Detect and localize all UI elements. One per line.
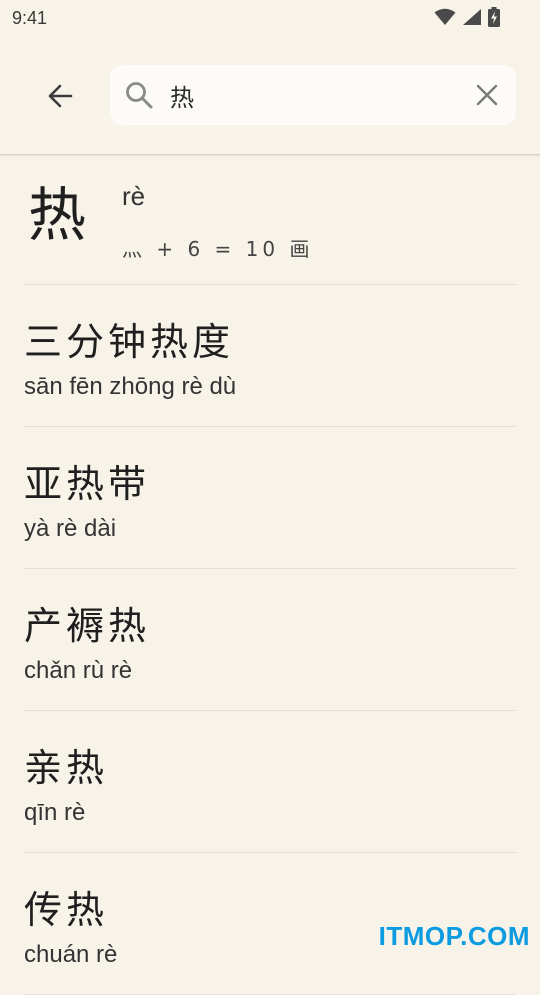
search-input[interactable] bbox=[170, 75, 460, 115]
character-pinyin: rè bbox=[122, 181, 146, 211]
word-pinyin: chuán rè bbox=[24, 941, 118, 968]
back-button[interactable] bbox=[38, 74, 82, 118]
status-icons bbox=[434, 7, 500, 27]
word-item[interactable]: 三分钟热度 sān fēn zhōng rè dù bbox=[24, 285, 516, 427]
status-bar: 9:41 bbox=[0, 0, 540, 36]
word-item[interactable]: 亲热 qīn rè bbox=[24, 711, 516, 853]
character-card[interactable]: 热 rè 灬 + 6 = 10 画 bbox=[24, 155, 516, 285]
watermark: ITMOP.COM bbox=[378, 921, 530, 951]
word-hanzi: 三分钟热度 bbox=[24, 320, 235, 364]
arrow-left-icon bbox=[48, 84, 73, 108]
status-time: 9:41 bbox=[12, 8, 48, 28]
results-list: 热 rè 灬 + 6 = 10 画 三分钟热度 sān fēn zhōng rè… bbox=[0, 155, 540, 995]
search-icon bbox=[126, 82, 153, 109]
character-glyph: 热 bbox=[28, 181, 87, 249]
word-pinyin: sān fēn zhōng rè dù bbox=[24, 373, 237, 400]
word-item[interactable]: 产褥热 chǎn rù rè bbox=[24, 569, 516, 711]
search-header bbox=[0, 36, 540, 155]
word-hanzi: 亲热 bbox=[24, 746, 109, 790]
search-box[interactable] bbox=[110, 65, 516, 125]
word-hanzi: 亚热带 bbox=[24, 462, 151, 506]
word-pinyin: yà rè dài bbox=[24, 515, 117, 542]
close-icon bbox=[476, 84, 498, 106]
word-item[interactable]: 亚热带 yà rè dài bbox=[24, 427, 516, 569]
cellular-signal-icon bbox=[463, 9, 481, 25]
battery-charging-icon bbox=[488, 7, 500, 27]
wifi-icon bbox=[434, 8, 456, 25]
character-stroke-count: 灬 + 6 = 10 画 bbox=[122, 237, 314, 261]
word-pinyin: qīn rè bbox=[24, 799, 86, 826]
word-hanzi: 产褥热 bbox=[24, 604, 151, 648]
word-pinyin: chǎn rù rè bbox=[24, 657, 133, 684]
word-hanzi: 传热 bbox=[24, 888, 109, 932]
clear-search-button[interactable] bbox=[472, 80, 502, 110]
